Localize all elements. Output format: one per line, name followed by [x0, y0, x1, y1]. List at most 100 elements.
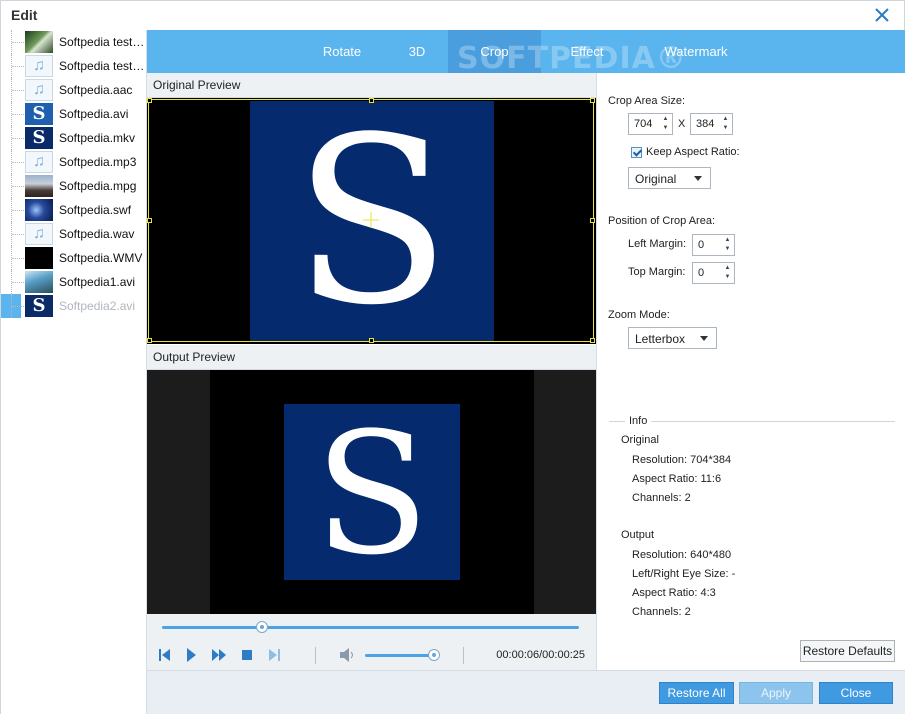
tree-line: [11, 150, 25, 174]
progress-slider-knob[interactable]: [256, 621, 269, 633]
tree-line: [11, 198, 25, 222]
aspect-ratio-select[interactable]: Original: [628, 167, 711, 189]
info-output-aspect: Aspect Ratio: 4:3: [632, 587, 716, 599]
info-original-resolution: Resolution: 704*384: [632, 454, 732, 466]
restore-defaults-button[interactable]: Restore Defaults: [800, 640, 895, 662]
crop-area-size-label: Crop Area Size:: [608, 95, 686, 107]
chevron-down-icon: [700, 336, 708, 341]
file-list-item[interactable]: Softpedia1.avi: [1, 270, 147, 294]
crop-width-input[interactable]: 704 ▲ ▼: [628, 113, 673, 135]
bottom-bar: Restore All Apply Close: [147, 670, 905, 714]
video-thumbnail: [25, 247, 53, 269]
tab-rotate[interactable]: Rotate: [297, 30, 387, 73]
crop-height-input[interactable]: 384 ▲ ▼: [690, 113, 733, 135]
top-margin-label: Top Margin:: [628, 266, 686, 278]
output-preview: S: [147, 370, 596, 614]
file-list-item[interactable]: S Softpedia2.avi: [1, 294, 147, 318]
file-list-item[interactable]: ♫ Softpedia.aac: [1, 78, 147, 102]
crop-handle-left[interactable]: [147, 218, 152, 223]
video-thumbnail: S: [25, 295, 53, 317]
file-list-item[interactable]: Softpedia.WMV: [1, 246, 147, 270]
progress-slider[interactable]: [162, 626, 579, 629]
tab-effect[interactable]: Effect: [541, 30, 633, 73]
file-name: Softpedia.mkv: [59, 131, 136, 145]
zoom-mode-select[interactable]: Letterbox: [628, 327, 717, 349]
crop-handle-bottom-right[interactable]: [590, 338, 595, 343]
tab-watermark[interactable]: Watermark: [643, 30, 749, 73]
info-title: Info: [625, 415, 652, 427]
crop-width-value: 704: [634, 118, 653, 130]
zoom-mode-label: Zoom Mode:: [608, 309, 670, 321]
file-list-item[interactable]: S Softpedia.avi: [1, 102, 147, 126]
video-thumbnail: [25, 271, 53, 293]
crop-center-icon[interactable]: [362, 211, 380, 229]
separator: [463, 647, 464, 664]
file-name: Softpedia.mp3: [59, 155, 137, 169]
file-name: Softpedia.WMV: [59, 251, 143, 265]
file-list-item[interactable]: Softpedia.swf: [1, 198, 147, 222]
file-list-item[interactable]: Softpedia test ...: [1, 30, 147, 54]
crop-handle-bottom[interactable]: [369, 338, 374, 343]
player-controls: 00:00:06/00:00:25: [147, 614, 596, 670]
output-preview-label: Output Preview: [147, 345, 596, 370]
stop-icon[interactable]: [240, 647, 254, 663]
file-name: Softpedia.wav: [59, 227, 135, 241]
original-preview-label: Original Preview: [147, 73, 596, 98]
skip-end-icon[interactable]: [267, 647, 281, 663]
restore-all-button[interactable]: Restore All: [659, 682, 734, 704]
original-preview[interactable]: S: [147, 89, 596, 356]
file-list-item[interactable]: ♫ Softpedia test....: [1, 54, 147, 78]
tree-line: [11, 222, 25, 246]
crop-handle-top-right[interactable]: [590, 98, 595, 103]
file-name: Softpedia.avi: [59, 107, 129, 121]
height-stepper-icon[interactable]: ▲ ▼: [721, 115, 730, 133]
crop-handle-right[interactable]: [590, 218, 595, 223]
play-icon[interactable]: [184, 647, 198, 663]
volume-icon[interactable]: [339, 647, 357, 663]
crop-handle-top[interactable]: [369, 98, 374, 103]
skip-start-icon[interactable]: [158, 647, 172, 663]
keep-aspect-label: Keep Aspect Ratio:: [646, 146, 740, 158]
apply-button[interactable]: Apply: [739, 682, 813, 704]
file-list-item[interactable]: Softpedia.mpg: [1, 174, 147, 198]
video-thumbnail: [25, 199, 53, 221]
file-list-item[interactable]: ♫ Softpedia.wav: [1, 222, 147, 246]
close-icon[interactable]: [872, 5, 892, 25]
aspect-ratio-value: Original: [635, 172, 677, 186]
info-output-title: Output: [621, 529, 655, 541]
tree-line: [11, 174, 25, 198]
crop-handle-bottom-left[interactable]: [147, 338, 152, 343]
file-list-item[interactable]: ♫ Softpedia.mp3: [1, 150, 147, 174]
tree-line: [11, 294, 25, 318]
top-margin-input[interactable]: 0 ▲ ▼: [692, 262, 735, 284]
volume-slider[interactable]: [365, 654, 435, 657]
file-name: Softpedia.aac: [59, 83, 133, 97]
file-list-item[interactable]: S Softpedia.mkv: [1, 126, 147, 150]
tree-line: [11, 30, 25, 54]
info-output-eye-size: Left/Right Eye Size: -: [632, 568, 736, 580]
keep-aspect-checkbox[interactable]: [631, 147, 642, 158]
fast-forward-icon[interactable]: [211, 647, 227, 663]
tab-crop[interactable]: Crop: [448, 30, 541, 73]
top-margin-stepper-icon[interactable]: ▲ ▼: [723, 264, 732, 282]
separator: [315, 647, 316, 664]
left-margin-stepper-icon[interactable]: ▲ ▼: [723, 236, 732, 254]
left-margin-input[interactable]: 0 ▲ ▼: [692, 234, 735, 256]
file-name: Softpedia.mpg: [59, 179, 137, 193]
s-logo-output-image: S: [284, 396, 460, 592]
info-original-channels: Channels: 2: [632, 492, 691, 504]
tree-line: [11, 126, 25, 150]
width-stepper-icon[interactable]: ▲ ▼: [661, 115, 670, 133]
tree-line: [11, 246, 25, 270]
volume-slider-knob[interactable]: [428, 649, 441, 661]
crop-handle-top-left[interactable]: [147, 98, 152, 103]
timecode: 00:00:06/00:00:25: [496, 649, 585, 661]
close-button[interactable]: Close: [819, 682, 893, 704]
info-output-resolution: Resolution: 640*480: [632, 549, 732, 561]
tree-line: [11, 78, 25, 102]
file-name: Softpedia test ...: [59, 35, 145, 49]
music-note-icon: ♫: [25, 55, 53, 77]
info-divider: [609, 421, 895, 422]
music-note-icon: ♫: [25, 223, 53, 245]
tab-3d[interactable]: 3D: [387, 30, 447, 73]
